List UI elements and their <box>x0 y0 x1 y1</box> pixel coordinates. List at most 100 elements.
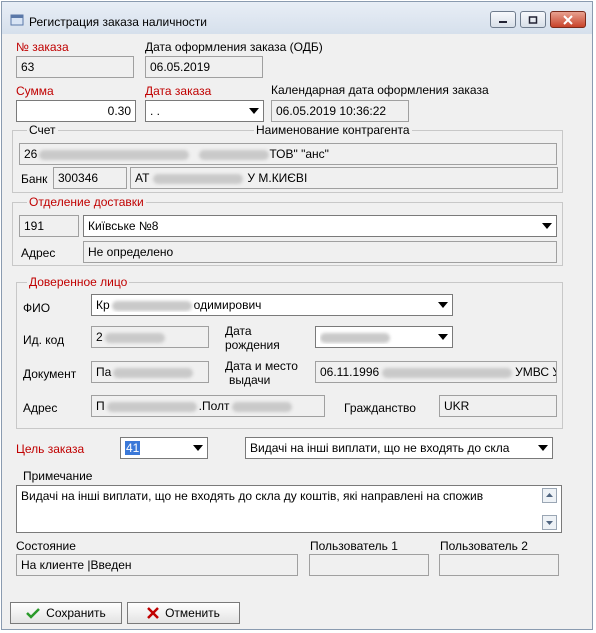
save-label: Сохранить <box>46 606 106 620</box>
proxy-address-field: П .Полт <box>91 395 325 417</box>
sum-input[interactable]: 0.30 <box>16 100 136 122</box>
id-code-label: Ид. код <box>23 333 65 347</box>
save-button[interactable]: Сохранить <box>10 602 122 624</box>
delivery-branch-value: Київське №8 <box>88 219 159 233</box>
redacted-document <box>113 367 194 378</box>
delivery-code-field: 191 <box>19 215 79 237</box>
proxy-address-label: Адрес <box>23 401 58 415</box>
state-field: На клиенте |Введен <box>16 554 298 576</box>
order-date-picker[interactable]: . . <box>145 100 264 122</box>
bank-name-prefix: АТ <box>135 171 150 185</box>
scroll-up-button[interactable] <box>542 488 557 503</box>
birth-date-picker[interactable] <box>315 326 453 348</box>
proxy-address-middle: .Полт <box>198 399 230 413</box>
triangle-down-icon <box>546 521 553 525</box>
chevron-down-icon <box>438 302 448 308</box>
id-code-prefix: 2 <box>96 330 103 344</box>
redacted-address-1 <box>106 401 197 412</box>
fio-prefix: Кр <box>96 298 110 312</box>
counterparty-suffix: ТОВ" "анс" <box>269 147 329 161</box>
window-title: Регистрация заказа наличности <box>29 15 207 29</box>
account-number: 26 <box>24 147 38 161</box>
redacted-fio <box>111 300 192 311</box>
counterparty-label: Наименование контрагента <box>254 123 412 137</box>
note-scrollbar[interactable] <box>542 488 559 530</box>
minimize-button[interactable] <box>490 11 516 28</box>
purpose-description-select[interactable]: Видачі на інші виплати, що не входять до… <box>245 437 553 459</box>
minimize-icon <box>499 20 507 23</box>
odb-date-value: 06.05.2019 <box>150 60 211 74</box>
calendar-date-field: 06.05.2019 10:36:22 <box>271 100 409 122</box>
calendar-date-label: Календарная дата оформления заказа <box>271 83 489 97</box>
delivery-group: Отделение доставки 191 Київське №8 Адрес… <box>12 195 563 266</box>
chevron-down-icon <box>438 334 448 340</box>
user2-field <box>439 554 559 576</box>
account-group: Счет Наименование контрагента 26 ТОВ" "ан… <box>12 123 563 193</box>
triangle-up-icon <box>546 493 553 497</box>
close-button[interactable] <box>550 11 586 28</box>
note-label: Примечание <box>23 469 93 483</box>
redacted-id <box>104 332 165 343</box>
user1-label: Пользователь 1 <box>310 539 398 553</box>
user1-field <box>309 554 429 576</box>
order-date-value: . . <box>150 104 161 118</box>
order-date-label: Дата заказа <box>145 84 212 98</box>
chevron-down-icon <box>249 108 259 114</box>
close-icon <box>563 14 573 25</box>
redacted-account <box>39 149 190 160</box>
proxy-legend: Доверенное лицо <box>27 275 130 289</box>
proxy-address-prefix: П <box>96 399 105 413</box>
odb-date-label: Дата оформления заказа (ОДБ) <box>145 40 323 54</box>
title-bar[interactable]: Регистрация заказа наличности <box>2 2 592 34</box>
odb-date-field: 06.05.2019 <box>145 56 263 78</box>
note-text: Видачі на інші виплати, що не входять до… <box>21 489 484 503</box>
redacted-address-2 <box>231 401 292 412</box>
birth-label-line1: Дата <box>225 324 252 338</box>
fio-label: ФИО <box>23 301 51 315</box>
document-label: Документ <box>23 367 77 381</box>
fio-suffix: одимирович <box>193 298 262 312</box>
redacted-issue-place <box>382 367 513 378</box>
account-field: 26 ТОВ" "анс" <box>19 143 557 165</box>
birth-label-line2: рождения <box>225 338 280 352</box>
delivery-branch-select[interactable]: Київське №8 <box>83 215 557 237</box>
cancel-button[interactable]: Отменить <box>127 602 240 624</box>
issue-date: 06.11.1996 <box>320 365 380 379</box>
delivery-address-field: Не определено <box>83 241 557 263</box>
purpose-code-value: 41 <box>125 441 187 455</box>
sum-label: Сумма <box>16 84 54 98</box>
citizenship-field: UKR <box>439 395 557 417</box>
id-code-field: 2 <box>91 326 209 348</box>
maximize-button[interactable] <box>520 11 546 28</box>
purpose-code-select[interactable]: 41 <box>120 437 208 459</box>
fio-value: Кр одимирович <box>96 298 432 312</box>
issue-suffix: УМВС У <box>515 365 557 379</box>
issue-label-line2: выдачи <box>229 373 271 387</box>
document-field: Па <box>91 361 209 383</box>
fio-select[interactable]: Кр одимирович <box>91 294 453 316</box>
purpose-label: Цель заказа <box>16 442 85 456</box>
redacted-birth-date <box>320 332 390 343</box>
chevron-down-icon <box>538 445 548 451</box>
cancel-label: Отменить <box>165 606 220 620</box>
order-registration-window: Регистрация заказа наличности № заказа Д… <box>1 1 593 630</box>
purpose-description-value: Видачі на інші виплати, що не входять до… <box>250 441 510 455</box>
window-icon <box>10 14 24 26</box>
citizenship-label: Гражданство <box>344 401 416 415</box>
purpose-code-selected: 41 <box>125 441 141 455</box>
proxy-group: Доверенное лицо ФИО Кр одимирович Ид. код… <box>16 275 563 429</box>
birth-date-value <box>320 330 432 344</box>
issue-label-line1: Дата и место <box>225 359 298 373</box>
bank-code-field: 300346 <box>53 167 127 189</box>
account-legend: Счет <box>27 123 58 137</box>
bank-name-field: АТ У М.КИЄВІ <box>130 167 558 189</box>
delivery-address-label: Адрес <box>21 246 56 260</box>
chevron-down-icon <box>193 445 203 451</box>
chevron-down-icon <box>542 223 552 229</box>
user2-label: Пользователь 2 <box>440 539 528 553</box>
cross-icon <box>147 607 159 619</box>
state-label: Состояние <box>16 539 76 553</box>
note-textarea[interactable]: Видачі на інші виплати, що не входять до… <box>16 485 562 533</box>
maximize-icon <box>528 15 538 24</box>
scroll-down-button[interactable] <box>542 515 557 530</box>
